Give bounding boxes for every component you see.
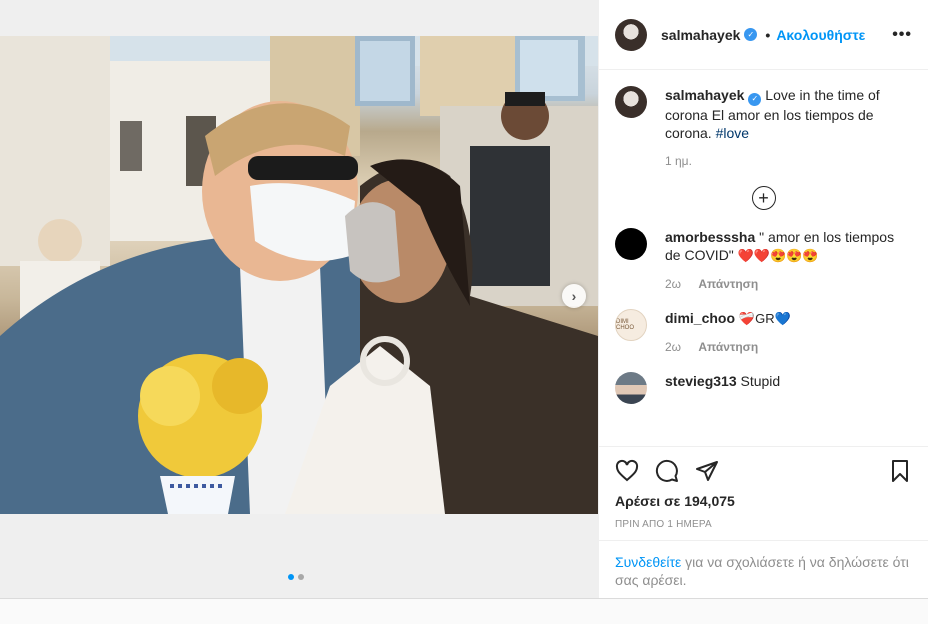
caption: salmahayek ✓ Love in the time of corona E… [615, 86, 912, 170]
reply-button[interactable]: Απάντηση [698, 340, 758, 354]
photo-illustration [0, 36, 598, 514]
comment-text: Stupid [740, 372, 781, 389]
comment-username[interactable]: dimi_choo [665, 310, 735, 326]
reply-button[interactable]: Απάντηση [698, 277, 758, 291]
post-header: salmahayek ✓ • Ακολουθήστε ••• [599, 0, 928, 70]
post-panel: salmahayek ✓ • Ακολουθήστε ••• salmahaye… [598, 0, 928, 598]
comment-username[interactable]: amorbesssha [665, 229, 755, 245]
comment-time: 2ω [665, 339, 682, 354]
bookmark-icon[interactable] [888, 459, 912, 483]
comment-item: stevieg313 Stupid [615, 371, 912, 404]
avatar[interactable] [615, 371, 647, 404]
verified-badge-icon: ✓ [748, 92, 762, 106]
caption-username[interactable]: salmahayek [665, 87, 744, 103]
post-media: › [0, 0, 598, 598]
post-photo[interactable] [0, 36, 598, 514]
more-options-icon[interactable]: ••• [892, 26, 912, 44]
follow-button[interactable]: Ακολουθήστε [776, 27, 865, 43]
comment-emoji: ❤️‍🩹GR💙 [738, 310, 791, 326]
load-more-comments[interactable]: + [615, 185, 912, 210]
post-actions: Αρέσει σε 194,075 ΠΡΙΝ ΑΠΟ 1 ΗΜΕΡΑ [599, 446, 928, 530]
comments-list[interactable]: salmahayek ✓ Love in the time of corona E… [599, 70, 928, 446]
comment-item: DIMI CHOO dimi_choo ❤️‍🩹GR💙 2ω Απάντηση [615, 308, 912, 356]
login-link[interactable]: Συνδεθείτε [615, 554, 681, 570]
verified-badge-icon: ✓ [744, 28, 758, 41]
bottom-bar [0, 598, 928, 624]
heart-icon[interactable] [615, 459, 639, 483]
likes-count[interactable]: Αρέσει σε 194,075 [615, 493, 912, 509]
carousel-dot [298, 574, 304, 580]
comment-username[interactable]: stevieg313 [665, 373, 737, 389]
header-username[interactable]: salmahayek [661, 27, 740, 43]
post-date: ΠΡΙΝ ΑΠΟ 1 ΗΜΕΡΑ [615, 519, 712, 530]
comment-time: 2ω [665, 276, 682, 291]
avatar[interactable] [615, 227, 647, 260]
login-prompt: Συνδεθείτε για να σχολιάσετε ή να δηλώσε… [599, 540, 928, 601]
hashtag-link[interactable]: #love [716, 125, 749, 141]
carousel-dot-active [288, 574, 294, 580]
plus-circle-icon[interactable]: + [751, 185, 776, 210]
caption-time: 1 ημ. [665, 153, 692, 168]
carousel-dots [288, 574, 304, 580]
avatar[interactable] [615, 86, 647, 118]
comment-icon[interactable] [655, 459, 679, 483]
comment-emoji: ❤️❤️😍😍😍 [737, 247, 819, 263]
avatar[interactable]: DIMI CHOO [615, 308, 647, 341]
separator-bullet: • [765, 26, 771, 43]
comment-item: amorbesssha " amor en los tiempos de COV… [615, 227, 912, 293]
next-photo-button[interactable]: › [562, 284, 586, 308]
share-icon[interactable] [695, 459, 719, 483]
avatar[interactable] [615, 18, 647, 51]
